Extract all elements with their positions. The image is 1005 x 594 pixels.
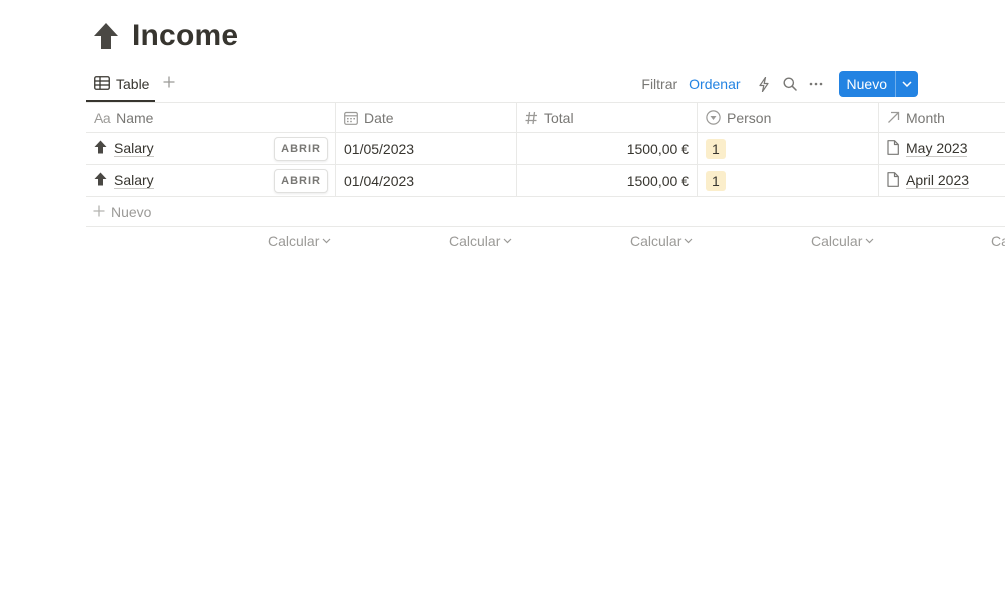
row-name[interactable]: Salary: [114, 172, 154, 189]
month-cell[interactable]: April 2023: [879, 165, 1005, 196]
row-total: 1500,00 €: [626, 172, 689, 189]
add-row-label: Nuevo: [111, 203, 152, 220]
page-header: Income: [92, 18, 238, 54]
new-button[interactable]: Nuevo: [838, 71, 918, 97]
chevron-down-icon: [865, 238, 874, 244]
person-cell[interactable]: 1: [698, 133, 879, 164]
open-row-button[interactable]: ABRIR: [274, 169, 328, 193]
column-header-person-label: Person: [727, 109, 772, 126]
lightning-icon[interactable]: [751, 71, 777, 97]
calculate-label: Calcular: [449, 233, 501, 249]
calculate-label: Calcular: [811, 233, 863, 249]
more-icon[interactable]: [803, 71, 829, 97]
column-header-person[interactable]: Person: [698, 103, 879, 132]
row-date: 01/04/2023: [344, 172, 415, 189]
row-month-link[interactable]: April 2023: [906, 172, 970, 189]
plus-icon: [93, 204, 105, 220]
column-header-name-label: Name: [116, 109, 154, 126]
select-icon: [706, 110, 721, 125]
database-toolbar: Table Filtrar Ordenar Nuevo: [86, 66, 1005, 102]
add-view-button[interactable]: [158, 73, 180, 95]
add-row-button[interactable]: Nuevo: [86, 197, 1005, 227]
calculate-next-column[interactable]: Ca: [991, 233, 1005, 249]
toolbar-actions: Filtrar Ordenar Nuevo: [635, 71, 918, 97]
up-arrow-icon[interactable]: [92, 21, 120, 51]
up-arrow-icon: [94, 140, 107, 157]
calculate-date[interactable]: Calcular: [268, 233, 331, 249]
column-header-date-label: Date: [364, 109, 394, 126]
column-header-total-label: Total: [544, 109, 574, 126]
text-property-icon: Aa: [94, 109, 111, 126]
calculate-label: Calcular: [630, 233, 682, 249]
row-name[interactable]: Salary: [114, 140, 154, 157]
chevron-down-icon: [684, 238, 693, 244]
calculate-month[interactable]: Calcular: [811, 233, 874, 249]
page-title[interactable]: Income: [132, 19, 238, 53]
table-header-row: Aa Name Date Total Person Month: [86, 102, 1005, 133]
calculate-label: Calcular: [268, 233, 320, 249]
person-cell[interactable]: 1: [698, 165, 879, 196]
sort-button[interactable]: Ordenar: [683, 71, 746, 97]
tab-table-label: Table: [116, 76, 150, 92]
row-date: 01/05/2023: [344, 140, 415, 157]
database-table: Aa Name Date Total Person Month Salary A…: [86, 102, 1005, 257]
total-cell[interactable]: 1500,00 €: [517, 165, 698, 196]
month-cell[interactable]: May 2023: [879, 133, 1005, 164]
relation-arrow-icon: [887, 111, 900, 124]
row-month-link[interactable]: May 2023: [906, 140, 968, 157]
calculate-total[interactable]: Calcular: [449, 233, 512, 249]
name-cell[interactable]: Salary ABRIR: [86, 133, 336, 164]
table-row[interactable]: Salary ABRIR 01/04/2023 1500,00 € 1 Apri…: [86, 165, 1005, 197]
chevron-down-icon: [322, 238, 331, 244]
column-header-month-label: Month: [906, 109, 945, 126]
person-tag: 1: [706, 170, 726, 191]
date-cell[interactable]: 01/05/2023: [336, 133, 517, 164]
column-header-month[interactable]: Month: [879, 103, 1005, 132]
chevron-down-icon: [503, 238, 512, 244]
plus-icon: [163, 75, 175, 93]
chevron-down-icon[interactable]: [896, 71, 918, 97]
new-button-label[interactable]: Nuevo: [839, 71, 896, 97]
column-header-date[interactable]: Date: [336, 103, 517, 132]
page-icon: [887, 171, 899, 190]
filter-button[interactable]: Filtrar: [635, 71, 683, 97]
table-icon: [94, 75, 110, 93]
open-row-button[interactable]: ABRIR: [274, 137, 328, 161]
person-tag: 1: [706, 138, 726, 159]
row-total: 1500,00 €: [626, 140, 689, 157]
tab-table-view[interactable]: Table: [86, 66, 157, 102]
up-arrow-icon: [94, 172, 107, 189]
calculate-person[interactable]: Calcular: [630, 233, 693, 249]
number-icon: [525, 111, 538, 125]
calculate-row: Calcular Calcular Calcular Calcular Ca: [86, 227, 1005, 257]
column-header-name[interactable]: Aa Name: [86, 103, 336, 132]
table-row[interactable]: Salary ABRIR 01/05/2023 1500,00 € 1 May …: [86, 133, 1005, 165]
column-header-total[interactable]: Total: [517, 103, 698, 132]
date-cell[interactable]: 01/04/2023: [336, 165, 517, 196]
page-icon: [887, 139, 899, 158]
search-icon[interactable]: [777, 71, 803, 97]
total-cell[interactable]: 1500,00 €: [517, 133, 698, 164]
calculate-label: Ca: [991, 233, 1005, 249]
name-cell[interactable]: Salary ABRIR: [86, 165, 336, 196]
calendar-icon: [344, 111, 358, 125]
